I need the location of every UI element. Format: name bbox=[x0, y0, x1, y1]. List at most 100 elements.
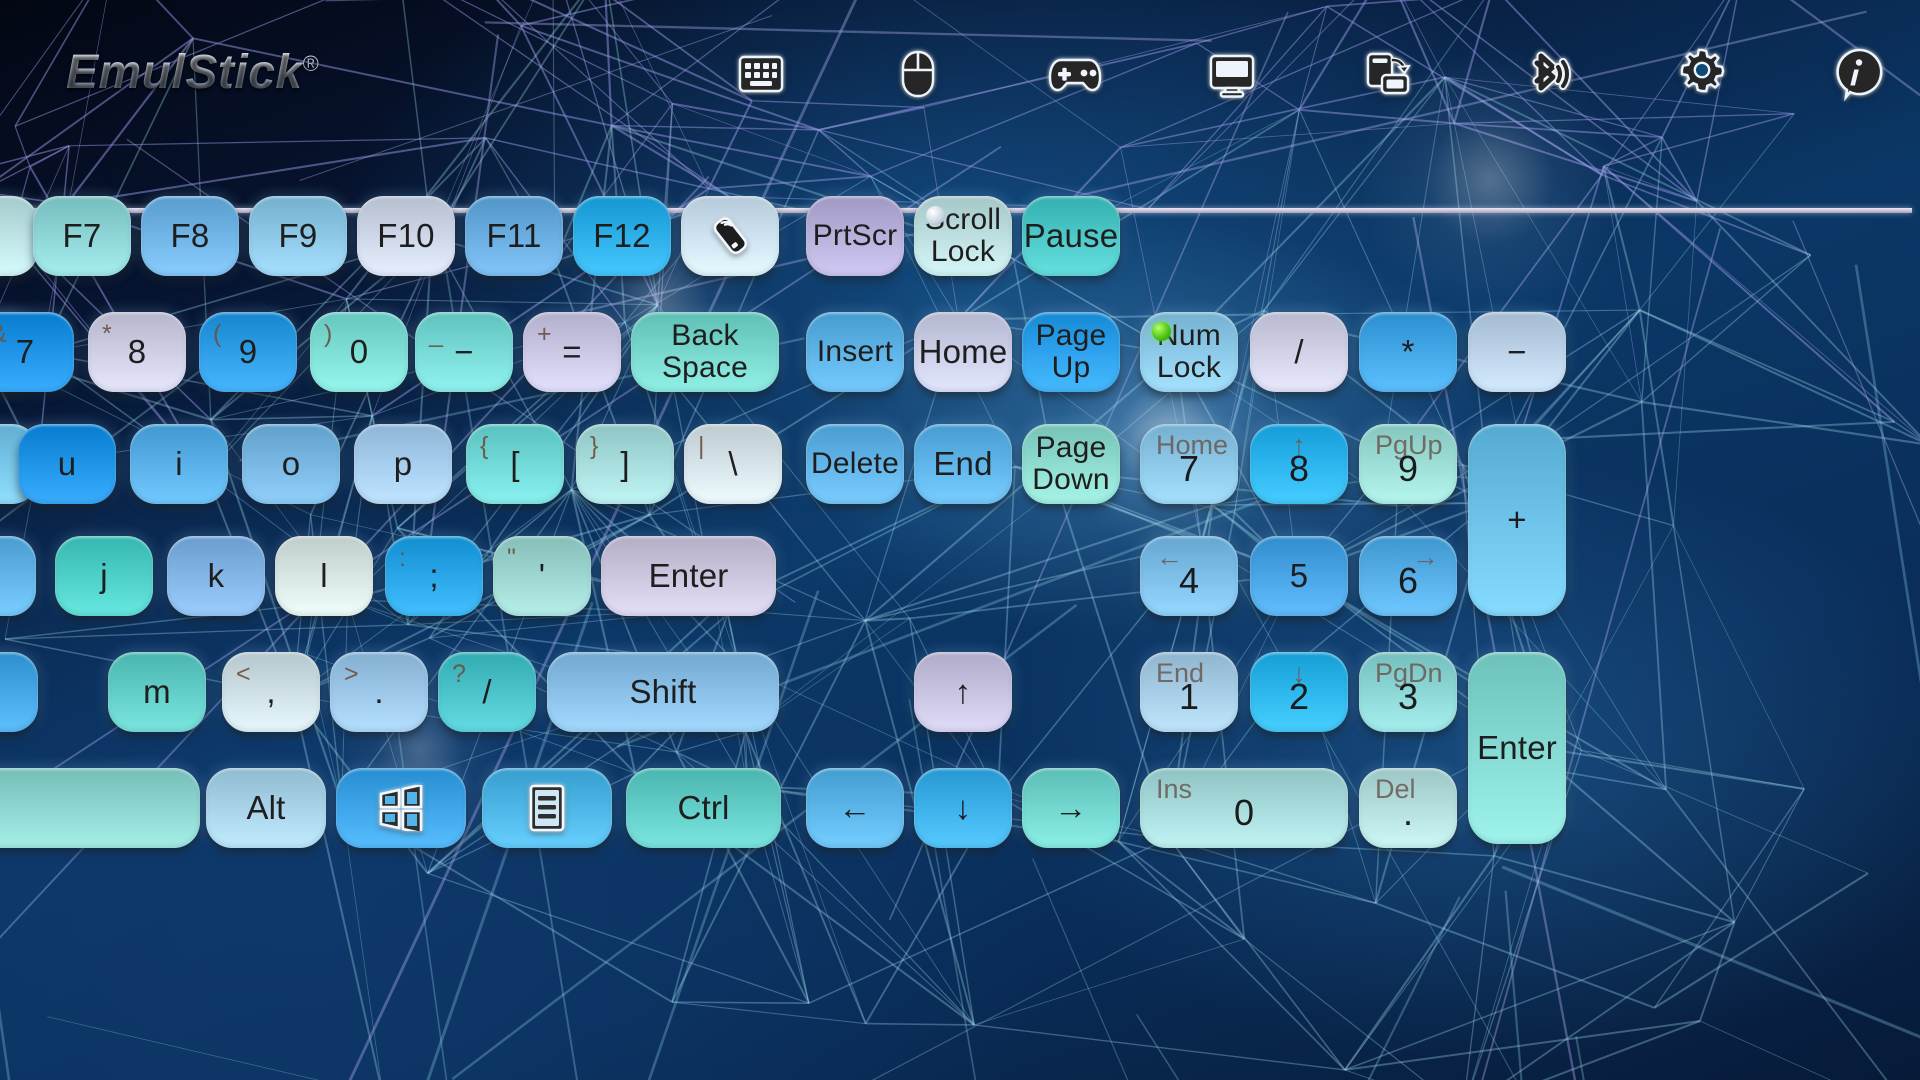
key-label: n bbox=[0, 675, 2, 710]
key-p[interactable]: p bbox=[354, 424, 452, 504]
key-enter[interactable]: Enter bbox=[601, 536, 776, 616]
key-minus[interactable]: _ − bbox=[415, 312, 513, 392]
key-alt-right[interactable]: Alt bbox=[206, 768, 326, 848]
key-label: → bbox=[1054, 788, 1088, 826]
key-arrow-down[interactable]: ↓ bbox=[914, 768, 1012, 848]
key-label: k bbox=[207, 556, 225, 594]
key-f11[interactable]: F11 bbox=[465, 196, 563, 276]
key-shift-label: ( bbox=[213, 320, 222, 348]
key-numpad-0[interactable]: Ins 0 bbox=[1140, 768, 1348, 848]
key-space[interactable] bbox=[0, 768, 200, 848]
key-numpad-8[interactable]: ↑ 8 bbox=[1250, 424, 1348, 504]
usb-dongle-icon bbox=[704, 210, 756, 262]
key-h[interactable]: h bbox=[0, 536, 36, 616]
key-shift-label: ? bbox=[452, 660, 466, 688]
key-backslash[interactable]: | \ bbox=[684, 424, 782, 504]
windows-icon bbox=[377, 785, 425, 831]
key-numpad-divide[interactable]: / bbox=[1250, 312, 1348, 392]
key-label: l bbox=[320, 556, 328, 594]
key-backspace[interactable]: Back Space bbox=[631, 312, 779, 392]
key-quote[interactable]: " ' bbox=[493, 536, 591, 616]
key-label: ← bbox=[838, 788, 872, 826]
context-menu-icon bbox=[526, 783, 568, 833]
key-page-up[interactable]: Page Up bbox=[1022, 312, 1120, 392]
key-page-down[interactable]: Page Down bbox=[1022, 424, 1120, 504]
key-k[interactable]: k bbox=[167, 536, 265, 616]
key-scroll-lock[interactable]: Scroll Lock bbox=[914, 196, 1012, 276]
key-f12[interactable]: F12 bbox=[573, 196, 671, 276]
key-bracket-left[interactable]: {[ bbox=[466, 424, 564, 504]
key-f7[interactable]: F7 bbox=[33, 196, 131, 276]
key-label: ; bbox=[429, 556, 439, 594]
key-f10[interactable]: F10 bbox=[357, 196, 455, 276]
key-numpad-subtract[interactable]: − bbox=[1468, 312, 1566, 392]
key-dongle[interactable] bbox=[681, 196, 779, 276]
key-numpad-6[interactable]: → 6 bbox=[1359, 536, 1457, 616]
key-ctrl-right[interactable]: Ctrl bbox=[626, 768, 781, 848]
key-shift-right[interactable]: Shift bbox=[547, 652, 779, 732]
key-bracket-right[interactable]: }] bbox=[576, 424, 674, 504]
key-prtscr[interactable]: PrtScr bbox=[806, 196, 904, 276]
key-num-lock[interactable]: Num Lock bbox=[1140, 312, 1238, 392]
key-insert[interactable]: Insert bbox=[806, 312, 904, 392]
key-numpad-9[interactable]: PgUp 9 bbox=[1359, 424, 1457, 504]
key-numpad-enter[interactable]: Enter bbox=[1468, 652, 1566, 844]
key-numpad-add[interactable]: + bbox=[1468, 424, 1566, 616]
key-home[interactable]: Home bbox=[914, 312, 1012, 392]
key-0[interactable]: ) 0 bbox=[310, 312, 408, 392]
key-label: Enter bbox=[648, 556, 729, 594]
key-label: Back Space bbox=[661, 319, 749, 384]
key-numpad-1[interactable]: End 1 bbox=[1140, 652, 1238, 732]
key-shift-label: _ bbox=[429, 320, 443, 348]
key-shift-label: > bbox=[344, 660, 359, 688]
key-label: ↓ bbox=[954, 788, 972, 826]
key-shift-label: | bbox=[698, 432, 705, 460]
key-f9[interactable]: F9 bbox=[249, 196, 347, 276]
key-numpad-5[interactable]: 5 bbox=[1250, 536, 1348, 616]
key-numpad-7[interactable]: Home 7 bbox=[1140, 424, 1238, 504]
key-n[interactable]: n bbox=[0, 652, 38, 732]
key-arrow-right[interactable]: → bbox=[1022, 768, 1120, 848]
key-label: Home bbox=[918, 332, 1008, 370]
key-equal[interactable]: + = bbox=[523, 312, 621, 392]
key-delete[interactable]: Delete bbox=[806, 424, 904, 504]
key-arrow-left[interactable]: ← bbox=[806, 768, 904, 848]
key-windows[interactable] bbox=[336, 768, 466, 848]
key-arrow-up[interactable]: ↑ bbox=[914, 652, 1012, 732]
key-label: 2 bbox=[1288, 676, 1310, 717]
key-label: 0 bbox=[349, 332, 369, 370]
key-menu[interactable] bbox=[482, 768, 612, 848]
key-u[interactable]: u bbox=[18, 424, 116, 504]
key-label: End bbox=[933, 444, 993, 482]
key-o[interactable]: o bbox=[242, 424, 340, 504]
key-semicolon[interactable]: :; bbox=[385, 536, 483, 616]
key-shift-label: : bbox=[399, 544, 406, 572]
key-j[interactable]: j bbox=[55, 536, 153, 616]
key-shift-label: & bbox=[0, 320, 7, 349]
key-numpad-3[interactable]: PgDn 3 bbox=[1359, 652, 1457, 732]
key-label: m bbox=[143, 672, 171, 710]
key-numpad-multiply[interactable]: * bbox=[1359, 312, 1457, 392]
key-f8[interactable]: F8 bbox=[141, 196, 239, 276]
key-slash[interactable]: ? / bbox=[438, 652, 536, 732]
key-7[interactable]: &7 bbox=[0, 312, 74, 392]
key-label: 8 bbox=[127, 332, 147, 370]
key-l[interactable]: l bbox=[275, 536, 373, 616]
key-8[interactable]: * 8 bbox=[88, 312, 186, 392]
key-m[interactable]: m bbox=[108, 652, 206, 732]
key-label: + bbox=[1507, 500, 1527, 538]
key-numpad-2[interactable]: ↓ 2 bbox=[1250, 652, 1348, 732]
key-numpad-decimal[interactable]: Del. bbox=[1359, 768, 1457, 848]
key-pause[interactable]: Pause bbox=[1022, 196, 1120, 276]
key-numpad-4[interactable]: ← 4 bbox=[1140, 536, 1238, 616]
key-label: 3 bbox=[1397, 676, 1419, 717]
key-period[interactable]: >. bbox=[330, 652, 428, 732]
key-end[interactable]: End bbox=[914, 424, 1012, 504]
key-label: Pause bbox=[1023, 216, 1119, 254]
key-shift-label: * bbox=[102, 320, 112, 348]
key-i[interactable]: i bbox=[130, 424, 228, 504]
key-shift-label: + bbox=[537, 320, 552, 348]
key-comma[interactable]: <, bbox=[222, 652, 320, 732]
key-9[interactable]: (9 bbox=[199, 312, 297, 392]
key-label: \ bbox=[728, 444, 738, 482]
